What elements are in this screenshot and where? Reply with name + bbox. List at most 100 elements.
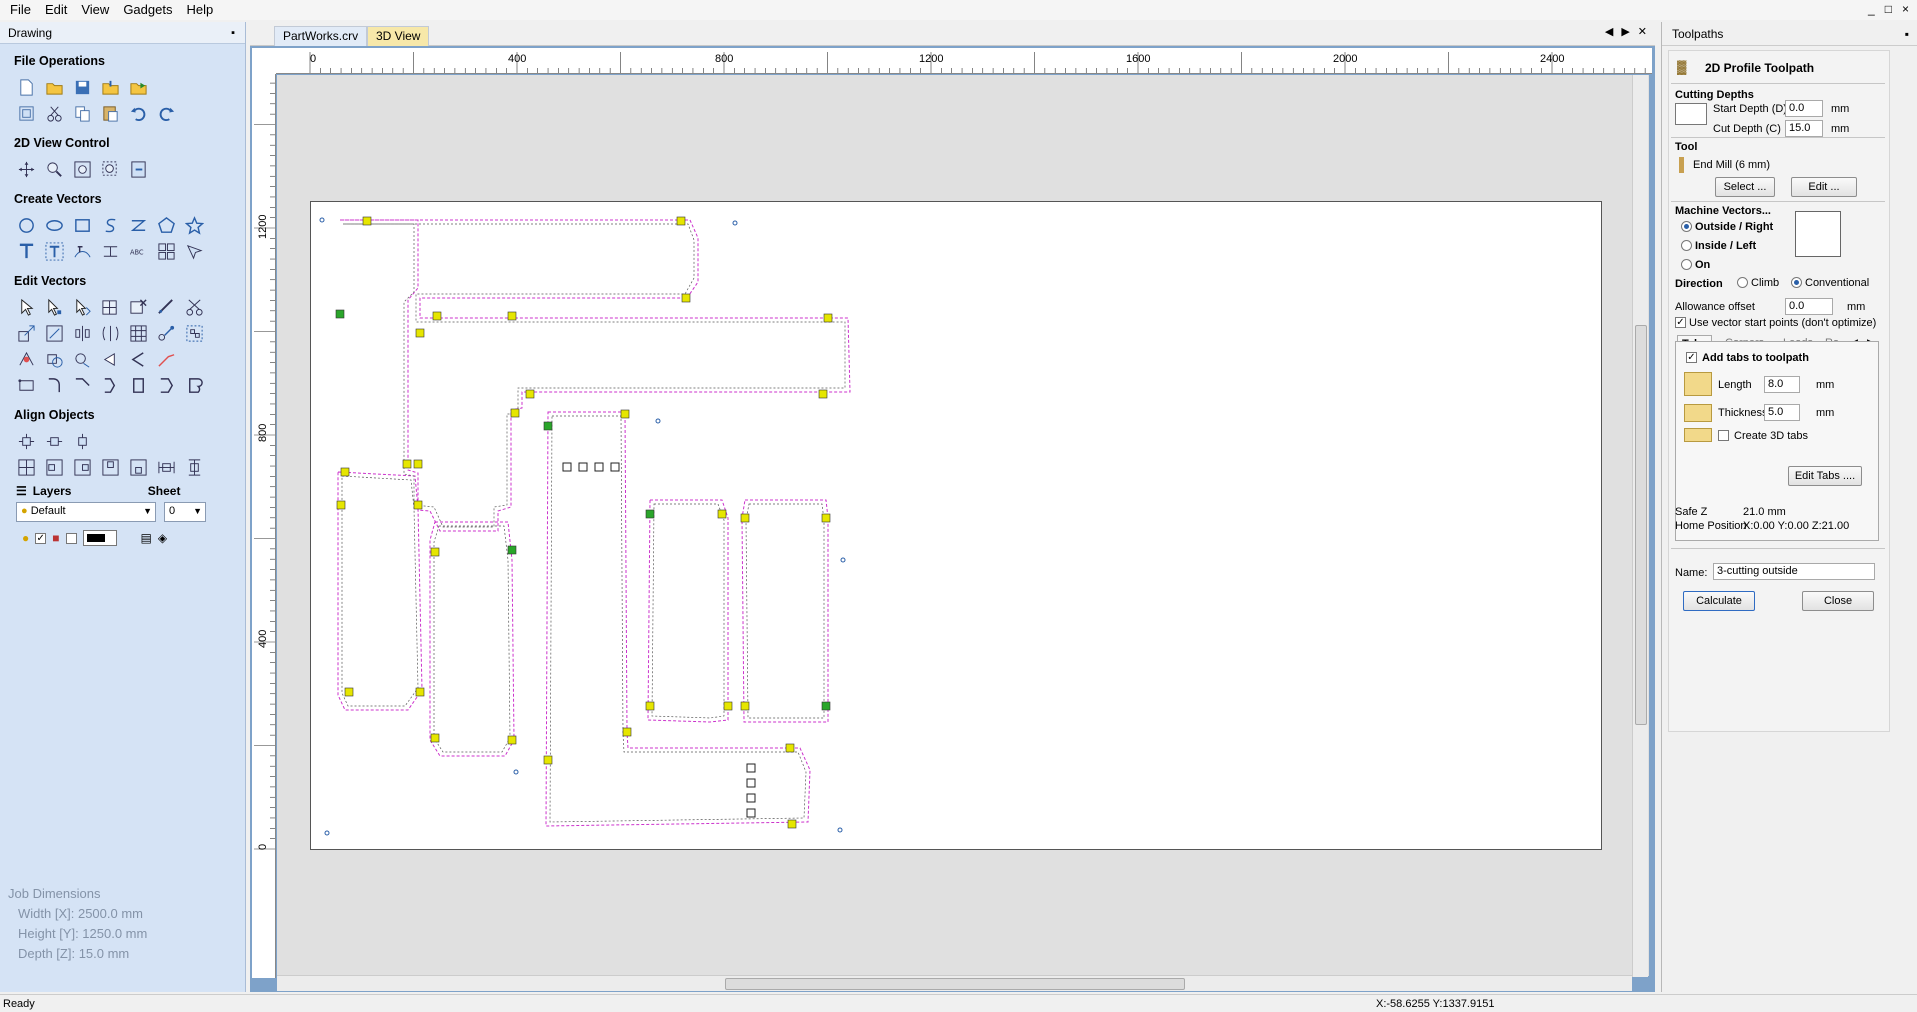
- extend-icon[interactable]: [156, 349, 176, 369]
- grid-edit-icon[interactable]: [100, 297, 120, 317]
- fillet-icon[interactable]: [128, 349, 148, 369]
- tab-prev-icon[interactable]: ◀: [1605, 25, 1613, 38]
- tab-marker[interactable]: [785, 743, 795, 753]
- menu-edit[interactable]: Edit: [38, 0, 74, 20]
- grid-icon[interactable]: [128, 323, 148, 343]
- align-horizontal-icon[interactable]: [44, 431, 64, 451]
- tab-marker[interactable]: [681, 293, 691, 303]
- start-depth-input[interactable]: 0.0: [1785, 100, 1823, 117]
- dogbone-icon[interactable]: [100, 375, 120, 395]
- tab-marker[interactable]: [543, 755, 553, 765]
- tab-marker[interactable]: [821, 513, 831, 523]
- tab-marker[interactable]: [823, 313, 833, 323]
- tab-marker[interactable]: [344, 687, 354, 697]
- tab-marker[interactable]: [676, 216, 686, 226]
- job-setup-icon[interactable]: [16, 103, 36, 123]
- close-button[interactable]: Close: [1802, 591, 1874, 611]
- conventional-radio[interactable]: [1791, 277, 1802, 288]
- offset-icon[interactable]: [100, 323, 120, 343]
- weld-icon[interactable]: [16, 349, 36, 369]
- chamfer-icon[interactable]: [72, 375, 92, 395]
- polygon-icon[interactable]: [156, 215, 176, 235]
- sheet-select[interactable]: 0 ▼: [164, 502, 206, 522]
- redo-icon[interactable]: [156, 103, 176, 123]
- select-tool-button[interactable]: Select ...: [1715, 177, 1775, 197]
- zoom-in-icon[interactable]: [44, 159, 64, 179]
- tab-marker[interactable]: [413, 500, 423, 510]
- inside-left-radio[interactable]: [1681, 240, 1692, 251]
- toolpath-outline[interactable]: [429, 521, 515, 757]
- tab-marker[interactable]: [740, 513, 750, 523]
- distribute-vertical-icon[interactable]: [184, 457, 204, 477]
- tab-marker[interactable]: [717, 509, 727, 519]
- tab-marker[interactable]: [723, 701, 733, 711]
- spline-icon[interactable]: [100, 215, 120, 235]
- vertical-scrollbar[interactable]: [1632, 75, 1648, 977]
- toolpath-drawing[interactable]: [277, 75, 1649, 976]
- dimension-icon[interactable]: [100, 241, 120, 261]
- align-right-icon[interactable]: [72, 457, 92, 477]
- menu-help[interactable]: Help: [179, 0, 220, 20]
- minimize-icon[interactable]: _: [1868, 2, 1875, 16]
- tab-marker[interactable]: [335, 309, 345, 319]
- close-vector-icon[interactable]: [16, 375, 36, 395]
- edit-tool-button[interactable]: Edit ...: [1791, 177, 1857, 197]
- pin-icon[interactable]: ▪: [1905, 22, 1909, 46]
- tab-marker[interactable]: [525, 389, 535, 399]
- text-icon[interactable]: [16, 241, 36, 261]
- layer-manager-icon[interactable]: ▤: [141, 531, 152, 545]
- toolpath-outline[interactable]: [337, 471, 423, 711]
- scissors-icon[interactable]: [184, 297, 204, 317]
- tab-close-icon[interactable]: ✕: [1638, 25, 1647, 38]
- join-icon[interactable]: [156, 323, 176, 343]
- tab-marker[interactable]: [787, 819, 797, 829]
- lightbulb-toggle-icon[interactable]: ●: [22, 531, 29, 545]
- lock-icon[interactable]: ■: [52, 531, 59, 545]
- calculate-button[interactable]: Calculate: [1683, 591, 1755, 611]
- resize-icon[interactable]: [44, 323, 64, 343]
- circle-icon[interactable]: [16, 215, 36, 235]
- polyline-icon[interactable]: [128, 215, 148, 235]
- allowance-input[interactable]: 0.0: [1785, 298, 1833, 315]
- save-icon[interactable]: [72, 77, 92, 97]
- copy-icon[interactable]: [72, 103, 92, 123]
- export-icon[interactable]: [128, 77, 148, 97]
- tab-marker[interactable]: [818, 389, 828, 399]
- horizontal-scroll-thumb[interactable]: [725, 978, 1185, 990]
- tab-marker[interactable]: [430, 733, 440, 743]
- text-abc-icon[interactable]: ABC: [128, 241, 148, 261]
- intersect-icon[interactable]: [72, 349, 92, 369]
- tab-marker[interactable]: [543, 421, 553, 431]
- add-tabs-checkbox[interactable]: ✓: [1686, 352, 1697, 363]
- horizontal-scrollbar[interactable]: [277, 975, 1632, 991]
- tab-marker[interactable]: [821, 701, 831, 711]
- tab-marker[interactable]: [415, 687, 425, 697]
- text-box-icon[interactable]: [44, 241, 64, 261]
- menu-view[interactable]: View: [74, 0, 116, 20]
- scale-icon[interactable]: [16, 323, 36, 343]
- toolpath-outline[interactable]: [741, 499, 829, 723]
- cut-depth-input[interactable]: 15.0: [1785, 120, 1823, 137]
- layer-lock-checkbox[interactable]: [65, 532, 77, 544]
- restore-icon[interactable]: □: [1885, 2, 1892, 16]
- tab-marker[interactable]: [415, 328, 425, 338]
- tab-marker[interactable]: [340, 467, 350, 477]
- zoom-extents-icon[interactable]: [72, 159, 92, 179]
- zoom-selection-icon[interactable]: [100, 159, 120, 179]
- measure-icon[interactable]: [156, 297, 176, 317]
- text-on-curve-icon[interactable]: [72, 241, 92, 261]
- trace-bitmap-icon[interactable]: [184, 241, 204, 261]
- layer-properties-icon[interactable]: ◈: [158, 531, 167, 545]
- tab-marker[interactable]: [507, 735, 517, 745]
- vertical-scroll-thumb[interactable]: [1635, 325, 1647, 725]
- layer-visible-checkbox[interactable]: ✓: [35, 532, 47, 544]
- on-radio[interactable]: [1681, 259, 1692, 270]
- select-icon[interactable]: [16, 297, 36, 317]
- transform-icon[interactable]: [72, 297, 92, 317]
- delete-node-icon[interactable]: [128, 297, 148, 317]
- corner-fillet-icon[interactable]: [44, 375, 64, 395]
- tab-marker[interactable]: [645, 701, 655, 711]
- tab-partworks[interactable]: PartWorks.crv: [274, 26, 368, 46]
- smooth-icon[interactable]: [128, 375, 148, 395]
- close-icon[interactable]: ×: [1902, 2, 1909, 16]
